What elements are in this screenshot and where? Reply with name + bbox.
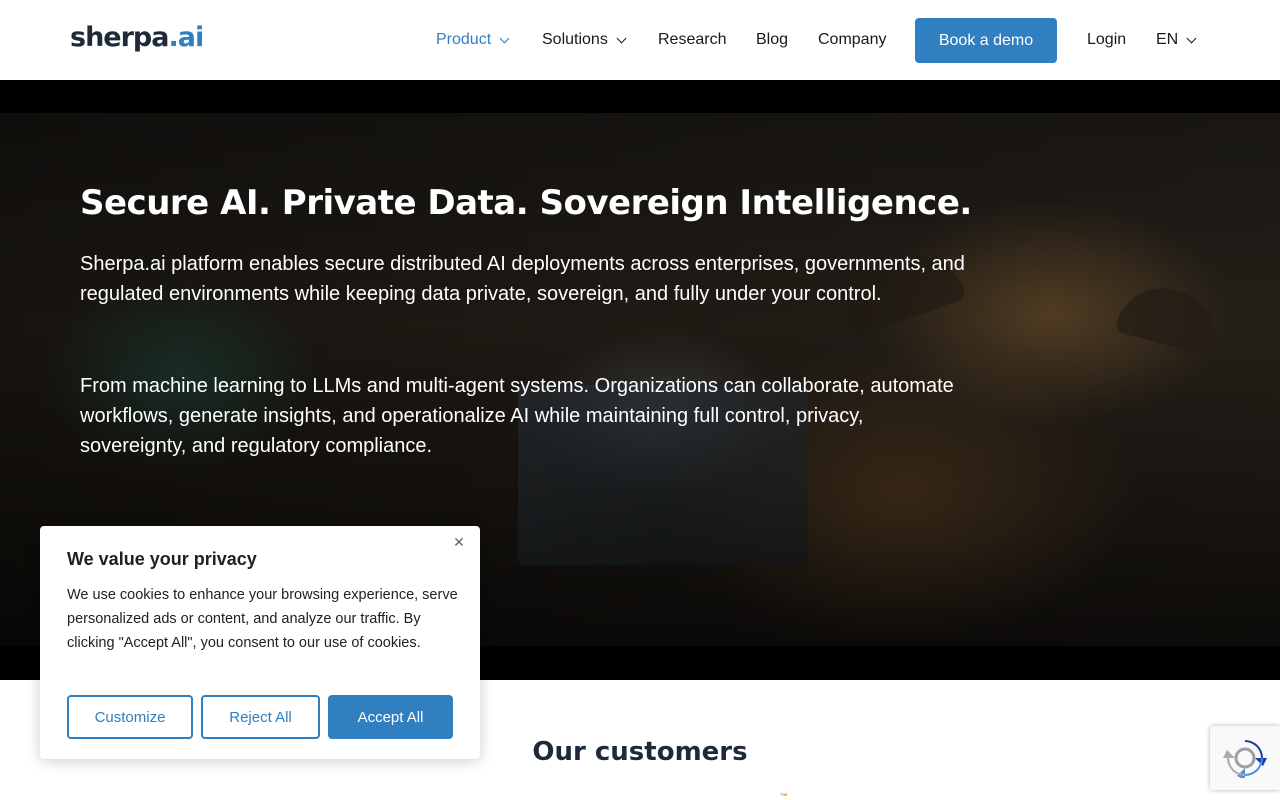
nav-research-label: Research (658, 31, 727, 48)
nav-company[interactable]: Company (818, 31, 886, 49)
nav-blog-label: Blog (756, 31, 789, 48)
hero-title: Secure AI. Private Data. Sovereign Intel… (80, 183, 972, 223)
recaptcha-badge[interactable] (1210, 726, 1280, 790)
nav-blog[interactable]: Blog (756, 31, 788, 49)
nav-product[interactable]: Product (436, 31, 510, 49)
nav-product-label: Product (436, 31, 492, 48)
cookie-title: We value your privacy (67, 549, 257, 569)
nav-company-label: Company (818, 31, 887, 48)
book-demo-button[interactable]: Book a demo (915, 18, 1057, 63)
hero-paragraph: From machine learning to LLMs and multi-… (80, 375, 954, 457)
accept-all-button[interactable]: Accept All (328, 695, 453, 739)
nav-research[interactable]: Research (658, 31, 726, 49)
reject-all-button[interactable]: Reject All (201, 695, 320, 739)
site-header: sherpa .ai Product Solutions Research Blo… (0, 0, 1280, 80)
nav-solutions-label: Solutions (542, 31, 608, 48)
customer-logo-fragment: ™ (780, 792, 788, 800)
cookie-description: We use cookies to enhance your browsing … (67, 587, 458, 651)
chevron-down-icon (1186, 33, 1197, 43)
nav-solutions[interactable]: Solutions (542, 31, 627, 49)
cookie-consent-banner: ✕ We value your privacy We use cookies t… (40, 526, 480, 759)
language-label: EN (1156, 31, 1179, 48)
logo-suffix-text: .ai (168, 22, 204, 53)
chevron-down-icon (499, 33, 510, 43)
hero-paragraph: Sherpa.ai platform enables secure distri… (80, 253, 965, 305)
sherpa-logo[interactable]: sherpa .ai (70, 22, 204, 53)
close-icon[interactable]: ✕ (452, 535, 466, 549)
customize-button[interactable]: Customize (67, 695, 193, 739)
chevron-down-icon (616, 33, 627, 43)
logo-main-text: sherpa (70, 22, 169, 53)
language-selector[interactable]: EN (1156, 31, 1197, 49)
login-label: Login (1087, 31, 1127, 48)
login-link[interactable]: Login (1087, 31, 1126, 49)
recaptcha-icon (1223, 740, 1267, 778)
